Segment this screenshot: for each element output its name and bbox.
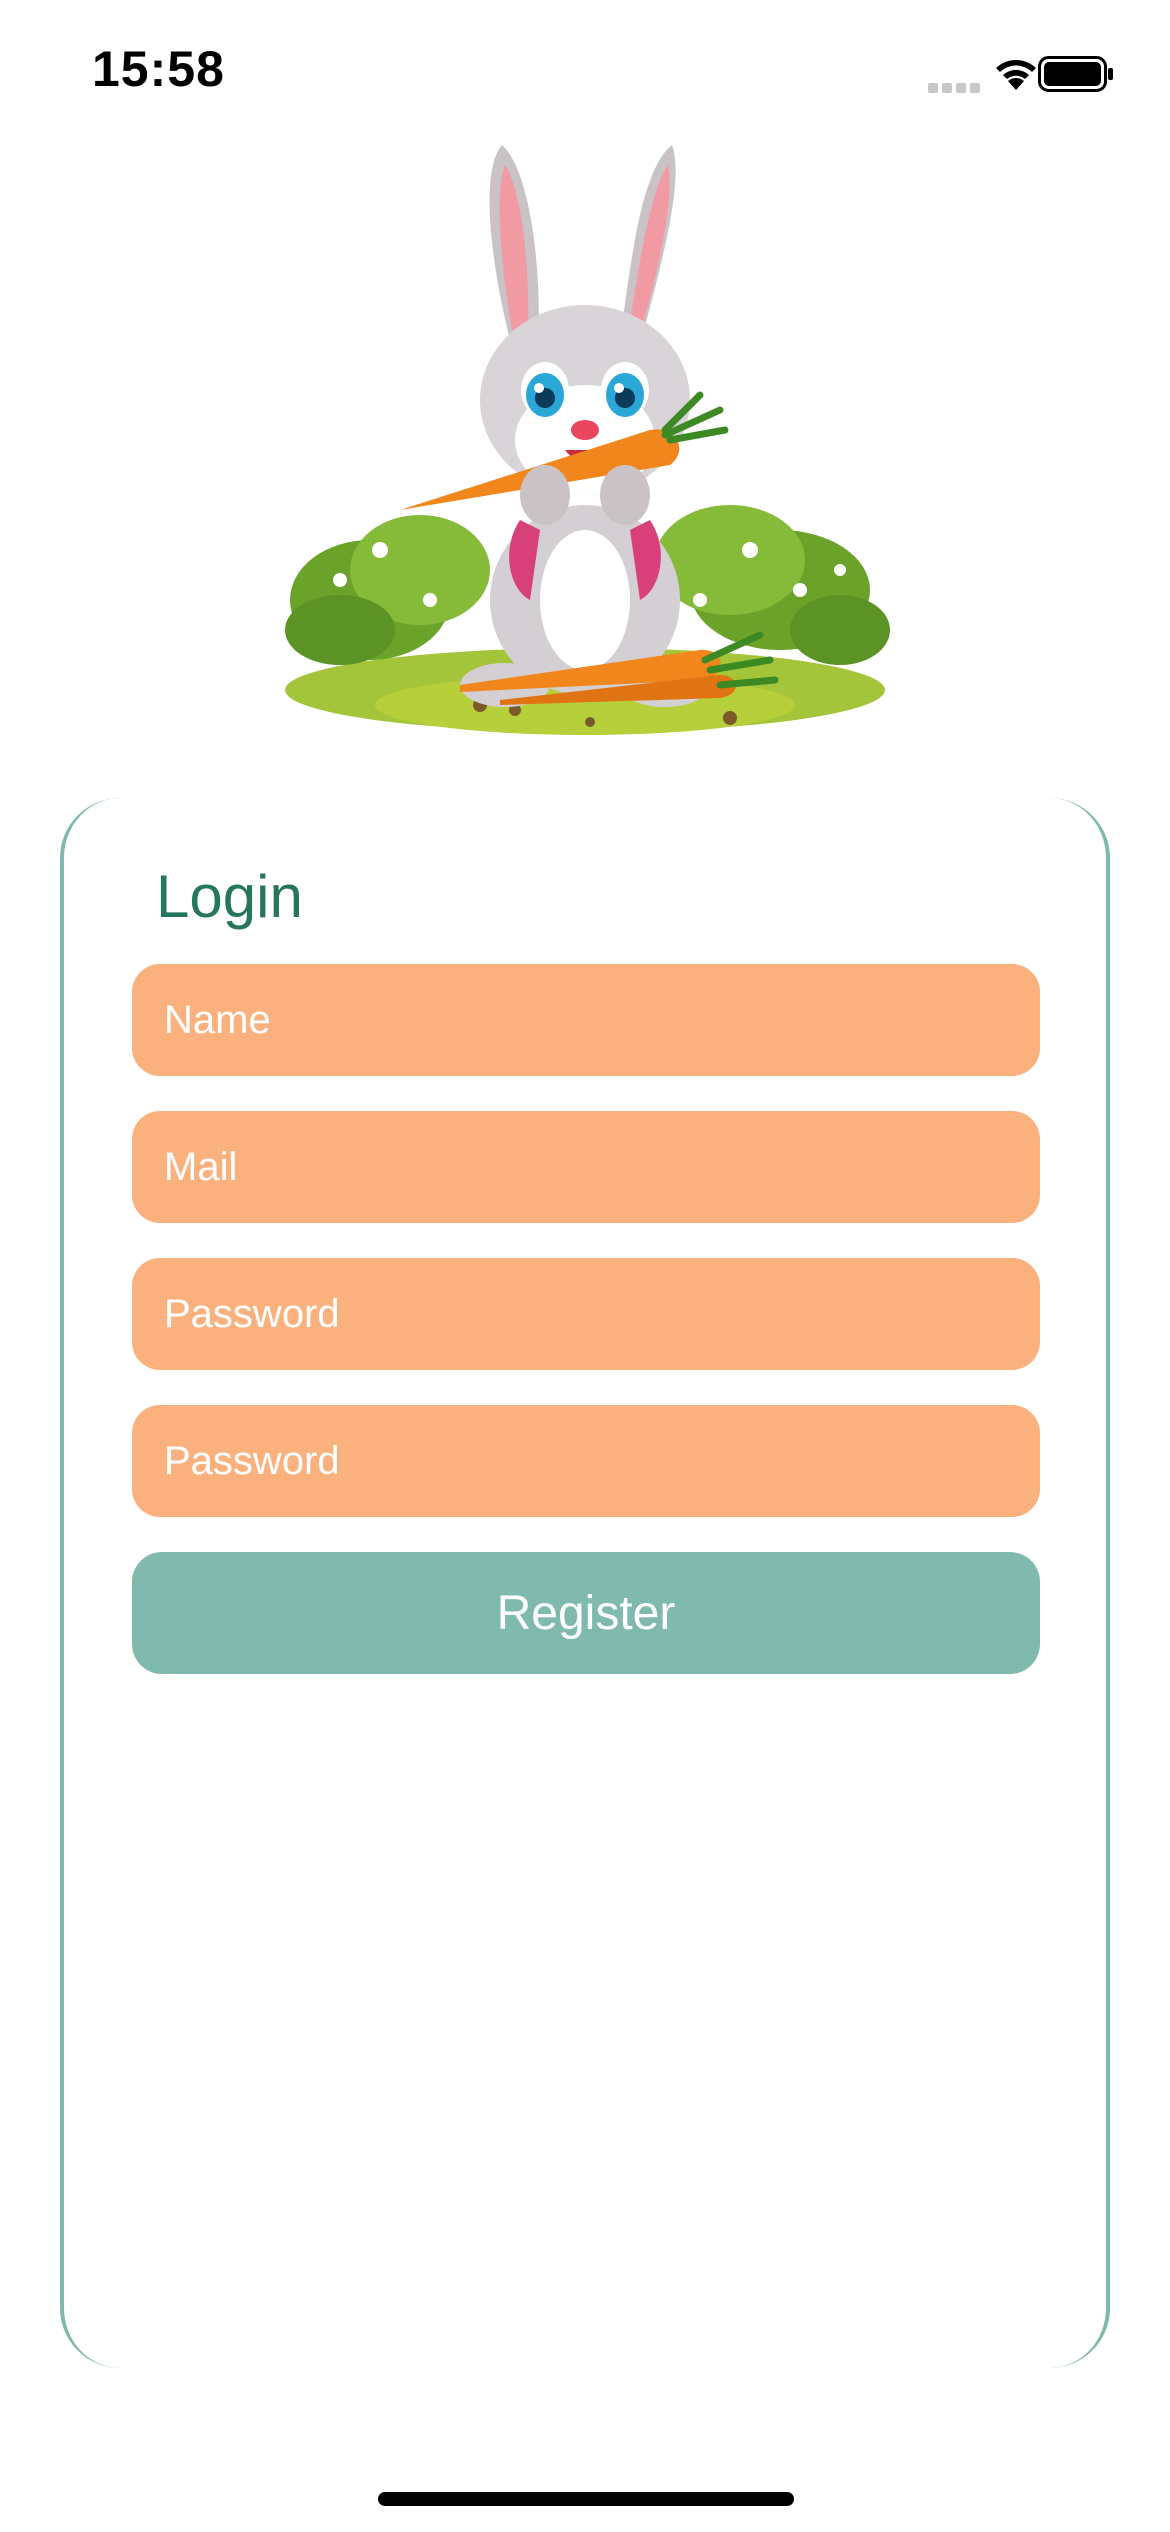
login-title: Login (156, 863, 303, 930)
mail-field[interactable]: Mail (132, 1111, 1040, 1223)
confirm-password-placeholder: Password (164, 1438, 340, 1483)
mail-placeholder: Mail (164, 1144, 238, 1189)
register-button[interactable]: Register (132, 1552, 1040, 1674)
name-field[interactable]: Name (132, 964, 1040, 1076)
confirm-password-field[interactable]: Password (132, 1405, 1040, 1517)
password-field[interactable]: Password (132, 1258, 1040, 1370)
password-placeholder: Password (164, 1291, 340, 1336)
home-indicator[interactable] (378, 2492, 794, 2506)
wifi-icon (996, 60, 1036, 90)
status-time: 15:58 (92, 41, 225, 97)
battery-icon (1038, 56, 1113, 92)
bunny-illustration (285, 145, 890, 735)
cellular-signal-icon (928, 80, 984, 98)
name-placeholder: Name (164, 997, 271, 1042)
